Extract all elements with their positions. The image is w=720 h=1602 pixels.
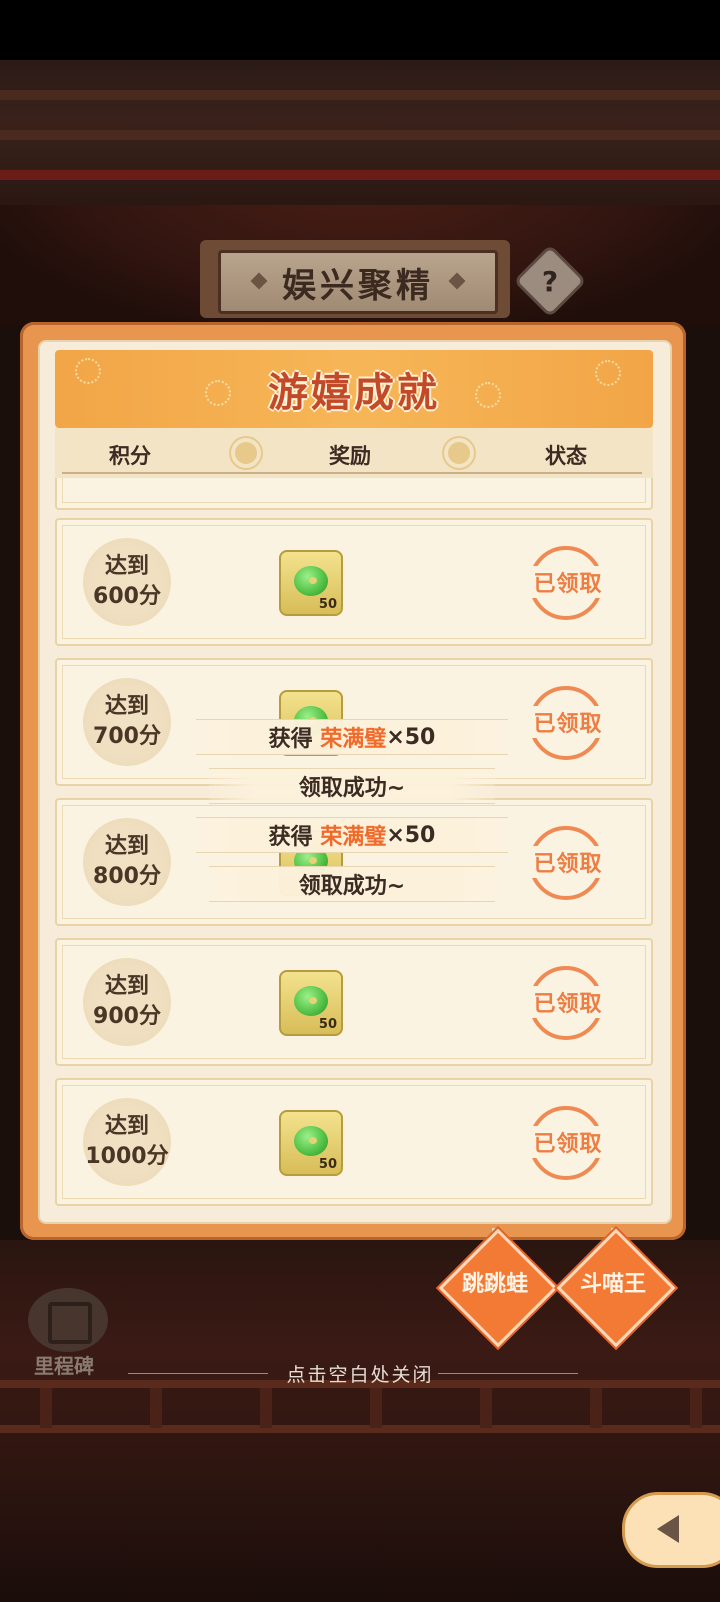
column-score-label: 积分 [109, 444, 151, 468]
status-bar [0, 0, 720, 60]
jade-icon [294, 986, 328, 1016]
flower-ornament-icon [448, 442, 470, 464]
success-toast: 领取成功~ [209, 866, 495, 902]
reward-item[interactable]: 50 [279, 550, 343, 616]
back-button[interactable] [622, 1492, 720, 1568]
table-row: 达到 1000分 50 已领取 [55, 1078, 653, 1206]
reward-toast: 获得 荣满璧 ×50 [196, 719, 508, 755]
stage-background-top [0, 60, 720, 210]
jade-icon [294, 1126, 328, 1156]
page-title: 娱兴聚精 [282, 265, 434, 306]
diamond-ornament-icon [448, 272, 466, 290]
panel-title: 游嬉成就 [268, 370, 440, 416]
score-badge: 达到 700分 [83, 678, 171, 766]
claimed-stamp: 已领取 [525, 966, 611, 1040]
panel-banner: 游嬉成就 [55, 350, 653, 428]
close-hint[interactable]: 点击空白处关闭 [0, 1360, 720, 1387]
column-reward-label: 奖励 [329, 444, 371, 468]
back-arrow-icon [657, 1515, 679, 1543]
question-mark-icon: ? [541, 264, 559, 298]
table-row: 达到 600分 50 已领取 [55, 518, 653, 646]
scroll-icon [48, 1302, 92, 1344]
flower-ornament-icon [235, 442, 257, 464]
column-status-label: 状态 [545, 444, 587, 468]
score-badge: 达到 600分 [83, 538, 171, 626]
milestone-button[interactable] [28, 1288, 108, 1352]
reward-item[interactable]: 50 [279, 1110, 343, 1176]
table-row: 达到 900分 50 已领取 [55, 938, 653, 1066]
reward-toast: 获得 荣满璧 ×50 [196, 817, 508, 853]
claimed-stamp: 已领取 [525, 826, 611, 900]
header-divider [62, 472, 642, 474]
column-header: 积分 奖励 状态 [55, 428, 653, 478]
table-row [55, 478, 653, 510]
tag-label[interactable]: 跳跳蛙 [440, 1265, 550, 1305]
score-badge: 达到 900分 [83, 958, 171, 1046]
title-plaque: 娱兴聚精 [200, 240, 510, 318]
hint-divider [438, 1373, 578, 1374]
success-toast: 领取成功~ [209, 768, 495, 804]
claimed-stamp: 已领取 [525, 686, 611, 760]
claimed-stamp: 已领取 [525, 1106, 611, 1180]
score-badge: 达到 1000分 [83, 1098, 171, 1186]
claimed-stamp: 已领取 [525, 546, 611, 620]
tag-label[interactable]: 斗喵王 [558, 1265, 668, 1305]
jade-icon [294, 566, 328, 596]
score-badge: 达到 800分 [83, 818, 171, 906]
diamond-ornament-icon [250, 272, 268, 290]
reward-item[interactable]: 50 [279, 970, 343, 1036]
